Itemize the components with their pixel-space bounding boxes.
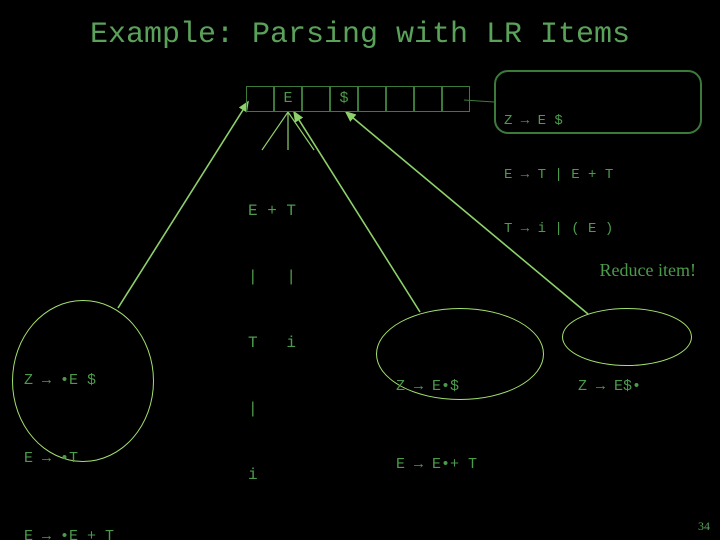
tree-line: | | xyxy=(248,266,296,288)
grammar-line: T → i | ( E ) xyxy=(504,220,692,238)
itemset-c: Z → E$• xyxy=(578,322,641,426)
reduce-item-note: Reduce item! xyxy=(600,260,696,281)
tree-line: | xyxy=(248,398,296,420)
parse-tree: E + T | | T i | i xyxy=(248,156,296,508)
tape-cell: $ xyxy=(330,86,358,112)
tape-cell xyxy=(414,86,442,112)
tape-cell xyxy=(302,86,330,112)
tree-line: E + T xyxy=(248,200,296,222)
tape-cell: E xyxy=(274,86,302,112)
tape-cell xyxy=(358,86,386,112)
grammar-line: E → T | E + T xyxy=(504,166,692,184)
tape-cell xyxy=(386,86,414,112)
lr-item: Z → •E $ xyxy=(24,368,114,394)
lr-item: E → E•+ T xyxy=(396,452,477,478)
lr-item: Z → E•$ xyxy=(396,374,477,400)
slide-title: Example: Parsing with LR Items xyxy=(0,18,720,52)
lr-item: E → •T xyxy=(24,446,114,472)
tape-cell xyxy=(246,86,274,112)
tree-line: i xyxy=(248,464,296,486)
page-number: 34 xyxy=(698,519,710,534)
itemset-b: Z → E•$ E → E•+ T xyxy=(396,322,477,504)
lr-item: Z → E$• xyxy=(578,374,641,400)
itemset-a: Z → •E $ E → •T E → •E + T T → •i T → •(… xyxy=(24,316,114,540)
grammar-box: Z → E $ E → T | E + T T → i | ( E ) xyxy=(494,70,702,134)
tree-line: T i xyxy=(248,332,296,354)
tape-cell xyxy=(442,86,470,112)
lr-item: E → •E + T xyxy=(24,524,114,540)
input-tape: E $ xyxy=(246,86,470,112)
grammar-line: Z → E $ xyxy=(504,112,692,130)
